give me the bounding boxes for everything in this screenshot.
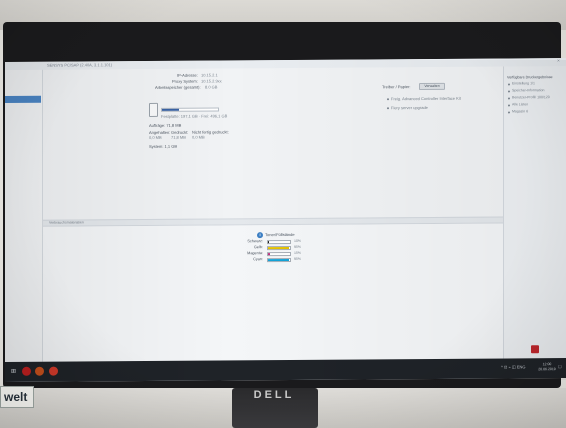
supplies-section-title: Verbrauchsmaterialien — [49, 220, 84, 225]
hard-drive-usage-bar — [161, 107, 219, 112]
toner-fill-yellow — [268, 246, 289, 250]
toner-bar-cyan — [267, 257, 291, 263]
monitor-logo: DELL — [253, 389, 295, 401]
proxy-system-value: 10.15.2.9xx — [201, 78, 222, 84]
ip-address-value: 10.15.2.1 — [201, 72, 218, 78]
toner-percent-black: 10% — [294, 238, 302, 243]
toner-percent-magenta: 15% — [294, 250, 302, 255]
driver-bullet — [387, 98, 389, 101]
drivers-title: Treiber / Papier: — [382, 84, 411, 90]
printed-value: 71,8 MB — [171, 134, 186, 140]
taskbar-app-icon[interactable] — [22, 366, 31, 376]
unfinished-value: 0,0 MB — [192, 134, 205, 140]
free-memory-value: 8.0 GB — [205, 84, 218, 90]
manage-button[interactable]: Verwalten — [419, 82, 445, 91]
toner-fill-black — [268, 241, 270, 244]
system-size-label: System: 1,1 GB — [149, 143, 178, 149]
driver-item-1[interactable]: Freig. Advanced Controller Interface Kit — [391, 96, 461, 101]
right-panel-item-5[interactable]: Magazin 6 — [512, 109, 528, 114]
clock-date: 20.06.2019 — [538, 367, 556, 372]
toner-label-magenta: Magenta: — [247, 251, 263, 256]
hard-drive-icon — [149, 102, 158, 117]
right-panel-bullet — [508, 83, 510, 86]
right-panel-item-1[interactable]: Einstellung 1/1 — [512, 81, 535, 86]
toner-percent-yellow: 95% — [294, 244, 302, 249]
taskbar-clock[interactable]: 12:00 20.06.2019 — [538, 362, 556, 372]
proxy-system-label: Proxy System: — [172, 78, 198, 84]
left-navigation-selected-item[interactable] — [5, 95, 41, 103]
taskbar-app-icon[interactable] — [35, 366, 44, 376]
toner-percent-cyan: 95% — [294, 256, 302, 261]
toner-title: Toner/Füllstände — [265, 231, 295, 238]
right-panel-item-3[interactable]: Benutzer-Profil/ 100/120 — [512, 95, 550, 100]
toner-bar-black — [267, 239, 291, 245]
right-panel-title: Verfügbare Druckergebnisse — [507, 75, 553, 80]
notification-icon[interactable]: ☐ — [558, 364, 562, 369]
driver-item-2[interactable]: Fiery server upgrade — [391, 105, 428, 110]
toner-bar-yellow — [267, 245, 291, 251]
windows-start-icon[interactable]: ⊞ — [11, 368, 19, 376]
supplies-panel — [43, 223, 503, 362]
right-panel-bullet — [508, 90, 510, 93]
free-memory-label: Arbeitsspeicher (gesamt): — [155, 84, 201, 90]
monitor-screen: SENSYS PC/SAP (2.40A, 3.1.1.101) × IP-Ad… — [5, 58, 566, 382]
hard-drive-usage-fill — [162, 108, 179, 111]
toner-label-yellow: Gelb: — [253, 245, 263, 250]
right-panel-bullet — [508, 111, 510, 114]
held-value: 0,0 MB — [149, 134, 162, 140]
info-icon: i — [257, 232, 263, 239]
status-alert-icon[interactable] — [531, 345, 539, 354]
toner-fill-cyan — [268, 258, 289, 262]
right-panel-item-2[interactable]: Speicher-Information — [512, 88, 545, 93]
store-sign: welt — [0, 386, 34, 408]
toner-bar-magenta — [267, 251, 291, 257]
driver-bullet — [387, 107, 389, 110]
taskbar: ⊞ ^ ⊡ ⌁ ◫ ENG 12:00 20.06.2019 ☐ — [5, 358, 566, 382]
left-navigation — [5, 69, 43, 362]
toner-label-cyan: Cyan: — [253, 257, 263, 262]
right-panel-item-4[interactable]: Alle Listen — [512, 102, 528, 107]
toner-label-black: Schwarz: — [247, 239, 263, 244]
jobs-label: Aufträge: 71,8 MB — [149, 122, 182, 128]
hard-drive-text: Festplatte: 197,1 GB · Frei: 496,1 GB — [161, 113, 228, 119]
right-panel-bullet — [508, 104, 510, 107]
close-icon[interactable]: × — [557, 58, 560, 64]
right-panel-bullet — [508, 97, 510, 100]
taskbar-app-icon[interactable] — [49, 366, 58, 376]
window-title: SENSYS PC/SAP (2.40A, 3.1.1.101) — [47, 62, 113, 68]
ip-address-label: IP-Adresse: — [177, 72, 198, 78]
toner-fill-magenta — [268, 253, 271, 256]
system-tray-icons[interactable]: ^ ⊡ ⌁ ◫ ENG — [501, 364, 526, 369]
